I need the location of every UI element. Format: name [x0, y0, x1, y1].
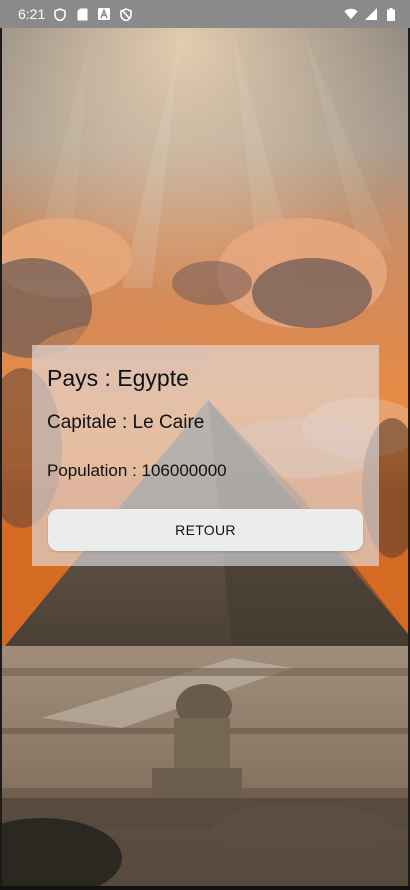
status-left: 6:21 — [18, 6, 133, 22]
battery-icon — [384, 7, 398, 21]
back-button[interactable]: RETOUR — [48, 509, 363, 551]
bottom-edge — [0, 886, 410, 890]
shield-icon — [53, 7, 67, 21]
app-screen: 6:21 Pays: Egypte Capitale: Le Caire P… — [0, 0, 410, 890]
signal-icon — [364, 7, 378, 21]
country-name: Pays : Egypte — [47, 365, 189, 391]
country-info-card: Pays : Egypte Capitale : Le Caire Popula… — [32, 345, 379, 566]
status-bar: 6:21 — [0, 0, 410, 28]
blocked-shield-icon — [119, 7, 133, 21]
wifi-icon — [344, 7, 358, 21]
population-count: Population : 106000000 — [47, 461, 227, 480]
status-right — [344, 7, 398, 21]
sd-card-icon — [75, 7, 89, 21]
capital-name: Capitale : Le Caire — [47, 412, 205, 433]
font-a-icon — [97, 7, 111, 21]
status-time: 6:21 — [18, 6, 46, 22]
